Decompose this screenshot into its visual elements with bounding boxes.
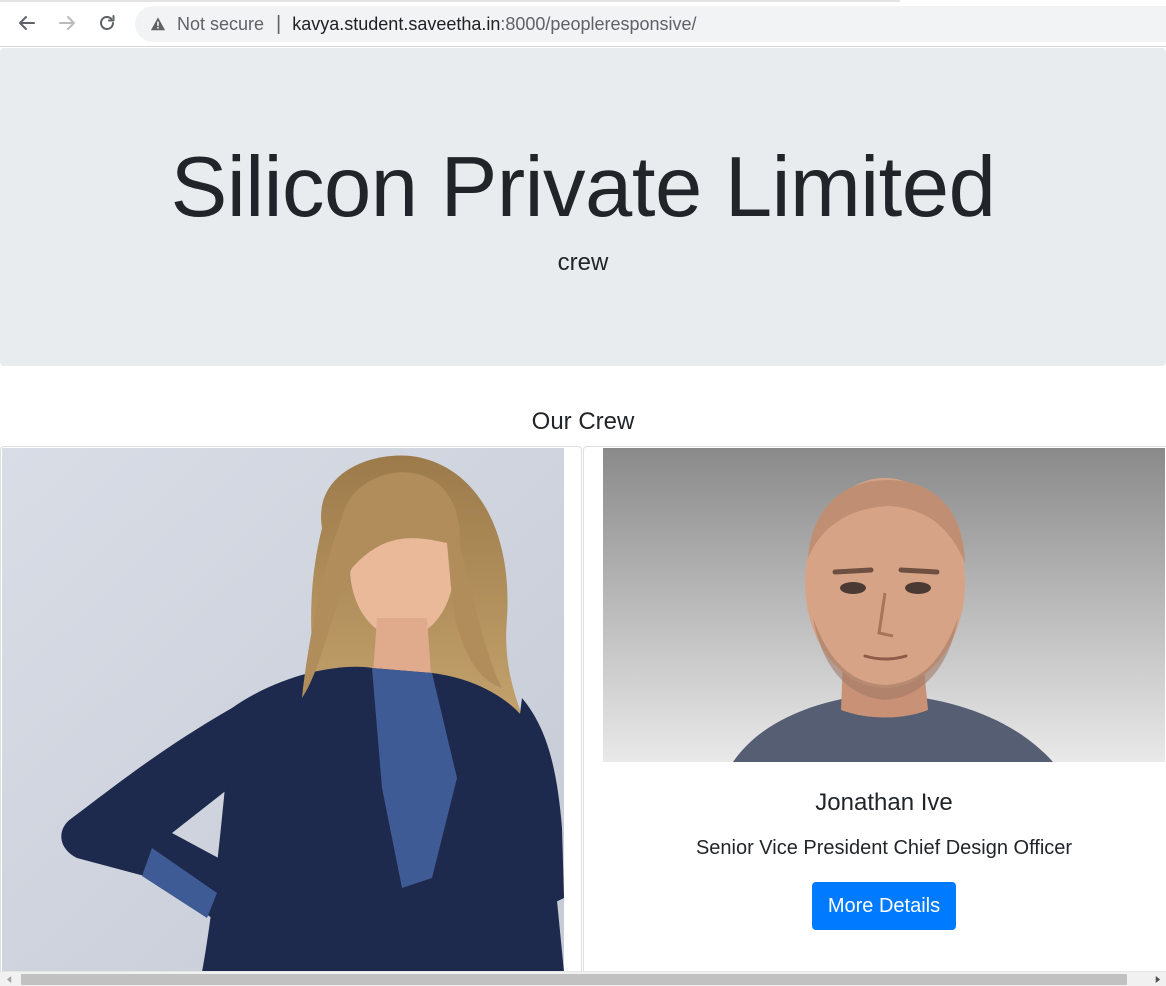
reload-button[interactable] — [94, 10, 120, 36]
horizontal-scrollbar[interactable] — [0, 971, 1166, 986]
tab-strip-edge — [0, 0, 900, 2]
omnibox-separator: | — [276, 12, 282, 35]
forward-button[interactable] — [54, 10, 80, 36]
back-arrow-icon — [19, 16, 35, 30]
url-host[interactable]: kavya.student.saveetha.in — [292, 14, 500, 35]
browser-toolbar: Not secure | kavya.student.saveetha.in :… — [0, 0, 1166, 47]
bald-man-portrait-photo — [603, 448, 1165, 762]
crew-card-2: Jonathan Ive Senior Vice President Chief… — [583, 446, 1166, 986]
page-subtitle: crew — [557, 249, 609, 276]
card-role: Senior Vice President Chief Design Offic… — [695, 837, 1073, 859]
warning-triangle-icon[interactable] — [149, 15, 167, 33]
address-bar[interactable]: Not secure | kavya.student.saveetha.in :… — [135, 6, 1166, 42]
section-title: Our Crew — [531, 408, 635, 435]
jumbotron: Silicon Private Limited crew — [0, 48, 1166, 366]
scroll-right-arrow-icon[interactable] — [1150, 974, 1164, 985]
reload-icon — [100, 15, 115, 30]
forward-arrow-icon — [59, 16, 75, 30]
more-details-button[interactable]: More Details — [812, 882, 956, 930]
security-label[interactable]: Not secure — [177, 14, 264, 35]
url-path[interactable]: :8000/peopleresponsive/ — [500, 14, 696, 35]
scrollbar-thumb[interactable] — [21, 974, 1127, 985]
page-title: Silicon Private Limited — [170, 140, 996, 235]
woman-in-navy-blazer-photo — [2, 448, 564, 972]
crew-card-1 — [0, 446, 582, 986]
card-name: Jonathan Ive — [815, 789, 953, 816]
scroll-left-arrow-icon[interactable] — [2, 974, 16, 985]
back-button[interactable] — [14, 10, 40, 36]
